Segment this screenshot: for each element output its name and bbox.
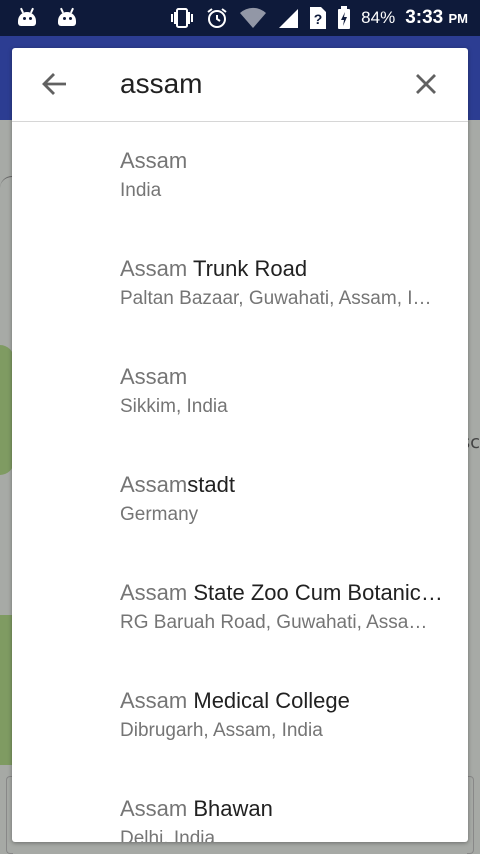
map-park-area [0, 615, 12, 765]
result-item[interactable]: Assam India [12, 122, 468, 230]
back-button[interactable] [38, 68, 70, 100]
android-icon [56, 6, 78, 28]
result-title: Assam Trunk Road [120, 256, 450, 282]
alarm-icon [205, 6, 229, 30]
result-match: Assam [120, 796, 188, 821]
search-results-list: Assam India Assam Trunk Road Paltan Baza… [12, 122, 468, 842]
clock: 3:33 PM [405, 7, 468, 29]
svg-text:?: ? [314, 11, 323, 27]
result-subtitle: RG Baruah Road, Guwahati, Assam, India [120, 612, 440, 633]
result-subtitle: Germany [120, 504, 199, 525]
signal-icon [277, 7, 299, 29]
result-title: Assam State Zoo Cum Botanical Garden [120, 580, 450, 606]
status-bar: ? 84% 3:33 PM [0, 0, 480, 36]
result-match: Assam [120, 256, 188, 281]
result-rest: State Zoo Cum Botanical Garden [193, 580, 450, 605]
result-subtitle: India [120, 180, 162, 201]
map-control [467, 776, 474, 854]
result-match: Assam [120, 472, 188, 497]
system-icons: ? 84% 3:33 PM [169, 0, 468, 36]
result-match: Assam [120, 148, 188, 173]
clock-ampm: PM [448, 11, 469, 26]
notification-icons [16, 6, 78, 28]
result-title: Assam [120, 364, 450, 390]
result-subtitle: Dibrugarh, Assam, India [120, 720, 323, 741]
result-match: Assam [120, 364, 188, 389]
android-icon [16, 6, 38, 28]
battery-percent: 84% [361, 8, 396, 27]
arrow-left-icon [42, 73, 66, 95]
result-title: Assamstadt [120, 472, 450, 498]
close-icon [416, 74, 436, 94]
battery-charging-icon [337, 6, 351, 30]
result-item[interactable]: Assam Bhawan Delhi, India [12, 770, 468, 842]
search-card: Assam India Assam Trunk Road Paltan Baza… [12, 48, 468, 842]
wifi-icon [239, 7, 267, 29]
result-item[interactable]: Assam Sikkim, India [12, 338, 468, 446]
result-subtitle: Delhi, India [120, 828, 216, 842]
result-match: Assam [120, 580, 188, 605]
search-bar [12, 48, 468, 122]
clear-button[interactable] [410, 68, 442, 100]
result-subtitle: Sikkim, India [120, 396, 228, 417]
unknown-sim-icon: ? [309, 6, 327, 30]
result-item[interactable]: Assamstadt Germany [12, 446, 468, 554]
result-title: Assam [120, 148, 450, 174]
result-subtitle: Paltan Bazaar, Guwahati, Assam, India [120, 288, 440, 309]
result-title: Assam Bhawan [120, 796, 450, 822]
result-item[interactable]: Assam State Zoo Cum Botanical Garden RG … [12, 554, 468, 662]
result-item[interactable]: Assam Medical College Dibrugarh, Assam, … [12, 662, 468, 770]
clock-time: 3:33 [405, 7, 444, 28]
result-title: Assam Medical College [120, 688, 450, 714]
search-input[interactable] [120, 64, 390, 104]
result-rest: Trunk Road [187, 256, 308, 281]
vibrate-icon [169, 7, 195, 29]
result-item[interactable]: Assam Trunk Road Paltan Bazaar, Guwahati… [12, 230, 468, 338]
result-rest: stadt [187, 472, 235, 497]
result-rest: Bhawan [187, 796, 273, 821]
result-match: Assam [120, 688, 188, 713]
result-rest: Medical College [187, 688, 350, 713]
